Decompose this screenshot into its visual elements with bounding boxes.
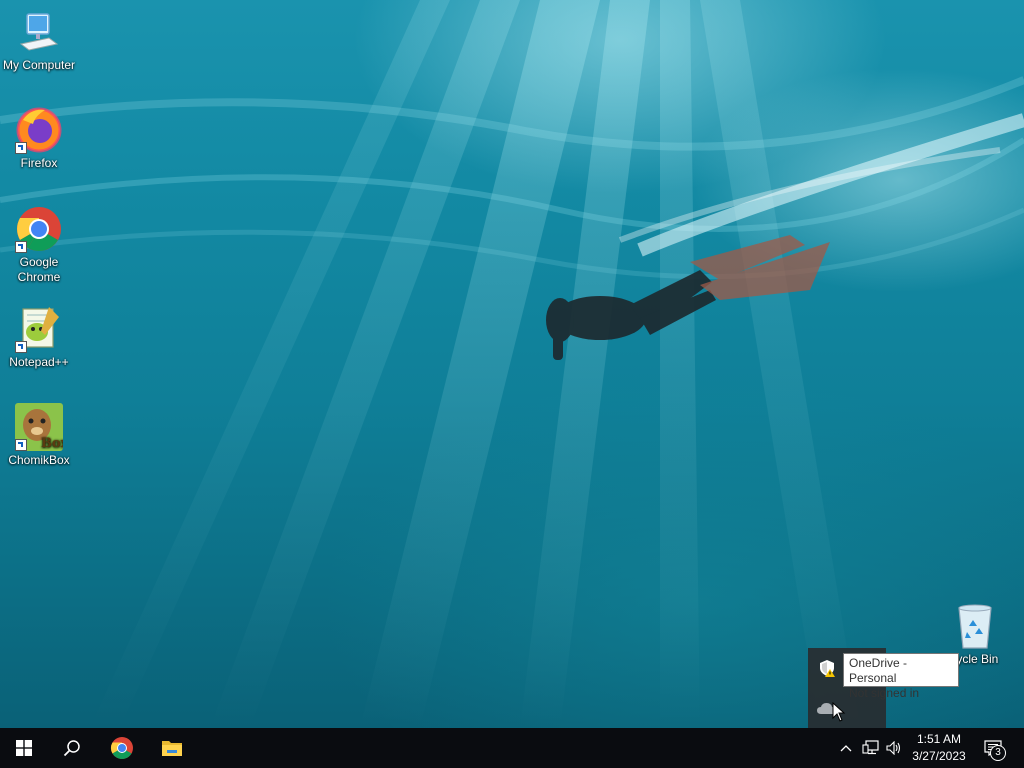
mouse-cursor-icon: [832, 702, 846, 722]
volume-icon: [886, 741, 901, 755]
desktop-icon-label: Notepad++: [9, 355, 69, 369]
chrome-icon: [15, 205, 63, 253]
recycle-bin-icon: [951, 602, 999, 650]
desktop-icon-label: Firefox: [20, 156, 58, 170]
tooltip-title: OneDrive - Personal: [849, 656, 908, 685]
shortcut-arrow-icon: [15, 341, 27, 353]
desktop-icon-label: Google Chrome: [17, 255, 61, 284]
shortcut-arrow-icon: [15, 241, 27, 253]
tooltip-status: Not signed in: [849, 686, 920, 700]
start-button[interactable]: [0, 728, 48, 768]
volume-button[interactable]: [884, 728, 904, 768]
system-clock[interactable]: 1:51 AM 3/27/2023: [908, 731, 970, 765]
taskbar-file-explorer-button[interactable]: [148, 728, 196, 768]
diver-silhouette: [546, 235, 830, 360]
computer-icon: [15, 8, 63, 56]
notification-count-badge: 3: [990, 745, 1006, 761]
desktop-icon-label: My Computer: [2, 58, 76, 72]
windows-start-icon: [16, 740, 32, 756]
notepadpp-icon: [15, 305, 63, 353]
network-icon: [862, 740, 879, 755]
show-desktop-button[interactable]: [1016, 728, 1024, 768]
desktop-icon-chomikbox[interactable]: Box ChomikBox: [0, 403, 78, 468]
search-button[interactable]: [48, 728, 96, 768]
show-hidden-icons-button[interactable]: [836, 728, 856, 768]
desktop-icon-firefox[interactable]: Firefox: [0, 106, 78, 171]
clock-time: 1:51 AM: [916, 732, 962, 746]
file-explorer-icon: [162, 741, 182, 756]
firefox-icon: [15, 106, 63, 154]
desktop-wallpaper: My Computer Firefox Google Chrome Notepa…: [0, 0, 1024, 728]
search-icon: [63, 740, 80, 757]
wallpaper-light-rays: [0, 0, 1024, 728]
taskbar: 1:51 AM 3/27/2023: [0, 728, 1024, 768]
desktop-icon-label: ChomikBox: [8, 453, 70, 467]
onedrive-tooltip: OneDrive - Personal Not signed in: [843, 653, 959, 700]
chevron-up-icon: [840, 745, 852, 752]
desktop-icon-google-chrome[interactable]: Google Chrome: [0, 205, 78, 285]
shortcut-arrow-icon: [15, 439, 27, 451]
chrome-icon: [111, 737, 133, 759]
desktop-icon-notepad-plus-plus[interactable]: Notepad++: [0, 305, 78, 370]
taskbar-chrome-button[interactable]: [98, 728, 146, 768]
desktop-icon-my-computer[interactable]: My Computer: [0, 8, 78, 73]
chomikbox-icon: Box: [15, 403, 69, 451]
svg-text:Box: Box: [41, 436, 63, 451]
network-button[interactable]: [860, 728, 882, 768]
clock-date: 3/27/2023: [912, 749, 966, 763]
shortcut-arrow-icon: [15, 142, 27, 154]
security-shield-warning-icon[interactable]: [809, 650, 845, 686]
